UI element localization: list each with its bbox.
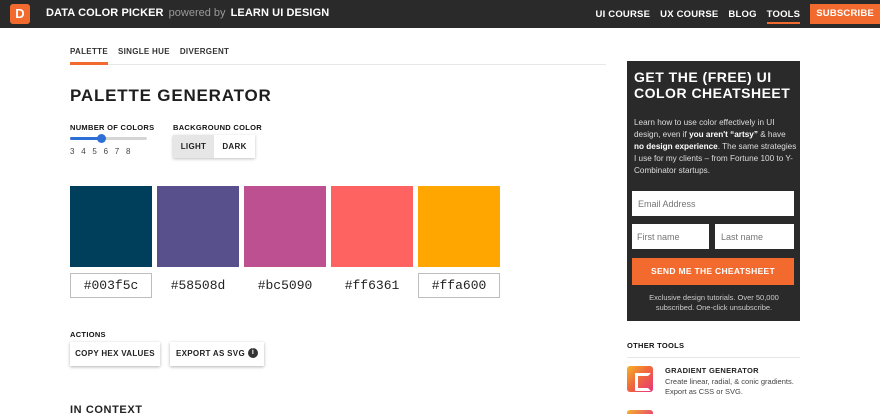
swatch-column: #ffa600 bbox=[418, 186, 500, 298]
tick-label: 6 bbox=[103, 147, 109, 156]
last-name-field[interactable] bbox=[715, 224, 794, 249]
swatch-column: #bc5090 bbox=[244, 186, 326, 298]
tick-label: 5 bbox=[92, 147, 97, 156]
cta-title: GET THE (FREE) UI COLOR CHEATSHEET bbox=[634, 69, 799, 101]
color-swatch[interactable] bbox=[331, 186, 413, 267]
cta-description: Learn how to use color effectively in UI… bbox=[634, 117, 797, 177]
hex-value[interactable]: #003f5c bbox=[70, 273, 152, 298]
swatch-column: #ff6361 bbox=[331, 186, 413, 298]
slider-ticks: 3 4 5 6 7 8 bbox=[70, 147, 137, 156]
subscribe-button[interactable]: SUBSCRIBE bbox=[810, 4, 880, 24]
brand[interactable]: DATA COLOR PICKER powered by LEARN UI DE… bbox=[46, 7, 329, 19]
background-color-label: BACKGROUND COLOR bbox=[173, 123, 262, 132]
nav-ux-course[interactable]: UX COURSE bbox=[660, 9, 718, 20]
color-swatch[interactable] bbox=[70, 186, 152, 267]
tick-label: 7 bbox=[114, 147, 120, 156]
color-swatch[interactable] bbox=[157, 186, 239, 267]
cheatsheet-signup-box: GET THE (FREE) UI COLOR CHEATSHEET Learn… bbox=[627, 61, 800, 321]
tab-single-hue[interactable]: SINGLE HUE bbox=[118, 47, 170, 65]
dark-option-button[interactable]: DARK bbox=[214, 135, 255, 158]
send-cheatsheet-button[interactable]: SEND ME THE CHEATSHEET bbox=[632, 258, 794, 285]
app-name: DATA COLOR PICKER bbox=[46, 7, 164, 19]
page-title: PALETTE GENERATOR bbox=[70, 86, 272, 105]
powered-by-text: powered by bbox=[168, 7, 226, 19]
swatch-column: #58508d bbox=[157, 186, 239, 298]
cta-body-emphasis: no design experience bbox=[634, 142, 718, 151]
other-tools-label: OTHER TOOLS bbox=[627, 341, 685, 350]
cta-body-emphasis: you aren't “artsy” bbox=[689, 130, 758, 139]
hex-value[interactable]: #ff6361 bbox=[331, 273, 413, 298]
hex-value[interactable]: #bc5090 bbox=[244, 273, 326, 298]
number-of-colors-slider[interactable] bbox=[70, 134, 147, 143]
tick-label: 3 bbox=[70, 147, 75, 156]
color-swatch[interactable] bbox=[418, 186, 500, 267]
top-bar: D DATA COLOR PICKER powered by LEARN UI … bbox=[0, 0, 880, 28]
tick-label: 8 bbox=[125, 147, 131, 156]
in-context-heading: IN CONTEXT bbox=[70, 404, 143, 414]
gradient-generator-icon[interactable] bbox=[627, 366, 653, 392]
first-name-field[interactable] bbox=[632, 224, 709, 249]
info-icon[interactable]: i bbox=[247, 347, 258, 358]
color-swatch[interactable] bbox=[244, 186, 326, 267]
tab-divergent[interactable]: DIVERGENT bbox=[180, 47, 229, 65]
powered-by-brand: LEARN UI DESIGN bbox=[230, 7, 330, 19]
tick-label: 4 bbox=[81, 147, 86, 156]
copy-hex-values-button[interactable]: COPY HEX VALUES bbox=[70, 342, 160, 366]
nav-ui-course[interactable]: UI COURSE bbox=[596, 9, 651, 20]
logo-icon[interactable]: D bbox=[10, 4, 30, 24]
hex-value[interactable]: #58508d bbox=[157, 273, 239, 298]
email-field[interactable] bbox=[632, 191, 794, 216]
gradient-generator-link[interactable]: GRADIENT GENERATOR bbox=[665, 366, 759, 375]
slider-handle[interactable] bbox=[97, 134, 107, 143]
export-as-svg-button[interactable]: EXPORT AS SVG i bbox=[170, 342, 264, 366]
light-option-button[interactable]: LIGHT bbox=[173, 135, 214, 158]
top-nav: UI COURSE UX COURSE BLOG TOOLS SUBSCRIBE bbox=[596, 0, 880, 28]
number-of-colors-label: NUMBER OF COLORS bbox=[70, 123, 155, 132]
hex-value[interactable]: #ffa600 bbox=[418, 273, 500, 298]
cta-title-line2: UI bbox=[756, 69, 772, 85]
cta-title-line1: GET THE (FREE) bbox=[634, 69, 753, 85]
background-color-toggle: LIGHT DARK bbox=[173, 135, 255, 158]
tool-icon[interactable] bbox=[627, 410, 653, 414]
cta-footer-text: Exclusive design tutorials. Over 50,000 … bbox=[649, 293, 779, 312]
actions-label: ACTIONS bbox=[70, 330, 106, 339]
nav-blog[interactable]: BLOG bbox=[728, 9, 756, 20]
export-as-svg-label: EXPORT AS SVG bbox=[176, 349, 245, 358]
cta-body-text: & have bbox=[757, 130, 786, 139]
cta-title-line3: COLOR CHEATSHEET bbox=[634, 85, 791, 101]
gradient-generator-description: Create linear, radial, & conic gradients… bbox=[665, 377, 794, 396]
swatch-column: #003f5c bbox=[70, 186, 152, 298]
tab-palette[interactable]: PALETTE bbox=[70, 47, 108, 65]
divider bbox=[627, 357, 800, 358]
palette-tabs: PALETTE SINGLE HUE DIVERGENT bbox=[70, 47, 606, 65]
nav-tools[interactable]: TOOLS bbox=[766, 9, 801, 24]
palette-swatches: #003f5c #58508d #bc5090 #ff6361 #ffa600 bbox=[70, 186, 505, 298]
